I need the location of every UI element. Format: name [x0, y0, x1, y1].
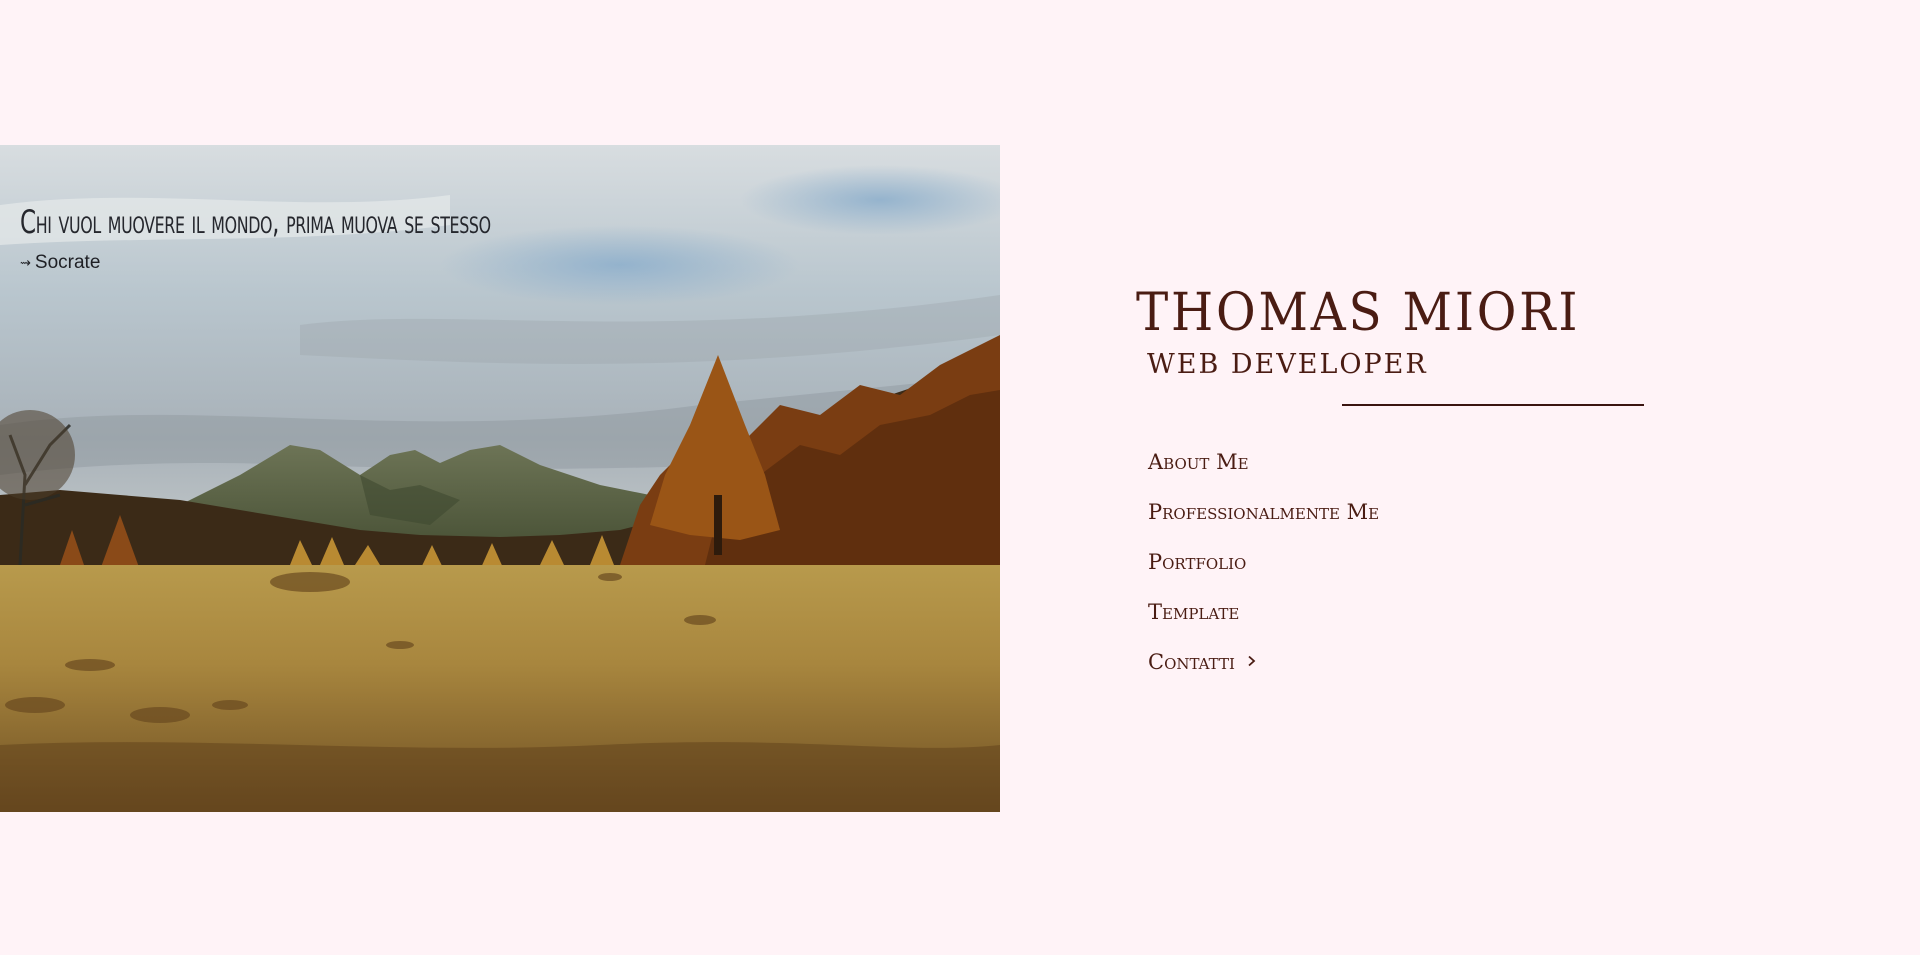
- quote-author: ⇝ Socrate: [20, 252, 100, 274]
- nav-item-portfolio[interactable]: Portfolio: [1148, 537, 1379, 587]
- nav-item-about-me[interactable]: About Me: [1148, 437, 1379, 487]
- nav-item-label: Template: [1148, 600, 1240, 624]
- brand-name: THOMAS MIORI: [1136, 283, 1581, 343]
- nav-item-template[interactable]: Template: [1148, 587, 1379, 637]
- landscape-photo: [0, 145, 1000, 812]
- quote-author-name: Socrate: [34, 252, 101, 273]
- main-nav: About Me Professionalmente Me Portfolio …: [1148, 437, 1379, 687]
- hero-quote: Chi vuol muovere il mondo, prima muova s…: [20, 203, 491, 241]
- hero-image: Chi vuol muovere il mondo, prima muova s…: [0, 145, 1000, 812]
- nav-item-label: Contatti: [1148, 650, 1235, 674]
- brand-role: WEB DEVELOPER: [1147, 349, 1428, 380]
- divider: [1342, 404, 1644, 406]
- nav-item-professionalmente-me[interactable]: Professionalmente Me: [1148, 487, 1379, 537]
- chevron-right-icon: [1247, 653, 1256, 671]
- nav-item-label: Professionalmente Me: [1148, 500, 1380, 524]
- nav-item-contatti[interactable]: Contatti: [1148, 637, 1379, 687]
- nav-item-label: About Me: [1148, 450, 1249, 474]
- squiggle-arrow-icon: ⇝: [20, 255, 31, 270]
- nav-item-label: Portfolio: [1148, 550, 1247, 574]
